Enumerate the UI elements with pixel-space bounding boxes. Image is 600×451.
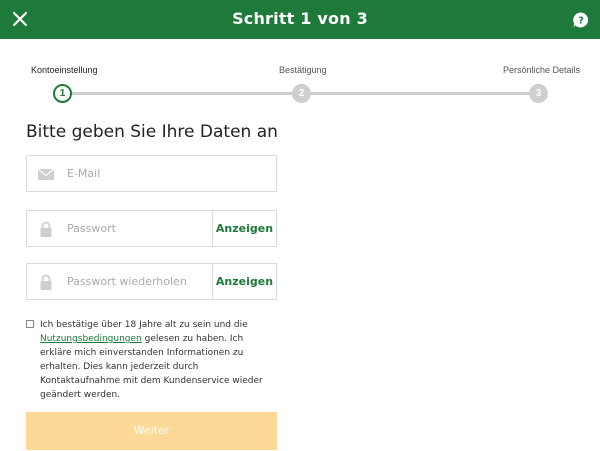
password-field[interactable]: Passwort Anzeigen: [26, 210, 277, 247]
show-password-repeat-button[interactable]: Anzeigen: [212, 264, 276, 299]
header-bar: Schritt 1 von 3 ?: [0, 0, 600, 39]
step-label-persoenliche-details: Persönliche Details: [503, 65, 581, 75]
password-repeat-field[interactable]: Passwort wiederholen Anzeigen: [26, 263, 277, 300]
lock-icon: [40, 221, 52, 237]
progress-stepper: Kontoeinstellung Bestätigung Persönliche…: [0, 60, 600, 110]
terms-text: Ich bestätige über 18 Jahre alt zu sein …: [40, 318, 270, 402]
terms-link[interactable]: Nutzungsbedingungen: [40, 334, 142, 344]
envelope-icon: [37, 168, 55, 180]
email-field[interactable]: E-Mail: [26, 155, 277, 192]
password-repeat-placeholder: Passwort wiederholen: [67, 275, 187, 288]
page-title: Schritt 1 von 3: [232, 9, 368, 28]
lock-icon: [40, 274, 52, 290]
step-label-bestaetigung: Bestätigung: [279, 65, 327, 75]
form-heading: Bitte geben Sie Ihre Daten an: [26, 122, 278, 142]
password-placeholder: Passwort: [67, 222, 116, 235]
continue-button[interactable]: Weiter: [26, 412, 277, 450]
svg-text:?: ?: [578, 16, 584, 27]
step-label-kontoeinstellung: Kontoeinstellung: [31, 65, 98, 75]
terms-text-before: Ich bestätige über 18 Jahre alt zu sein …: [40, 320, 248, 330]
terms-checkbox[interactable]: [26, 320, 34, 328]
email-placeholder: E-Mail: [67, 167, 101, 180]
step-2-indicator: 2: [292, 84, 311, 103]
show-password-button[interactable]: Anzeigen: [212, 211, 276, 246]
step-3-indicator: 3: [529, 84, 548, 103]
step-1-indicator: 1: [53, 84, 72, 103]
help-chat-icon[interactable]: ?: [572, 11, 590, 29]
